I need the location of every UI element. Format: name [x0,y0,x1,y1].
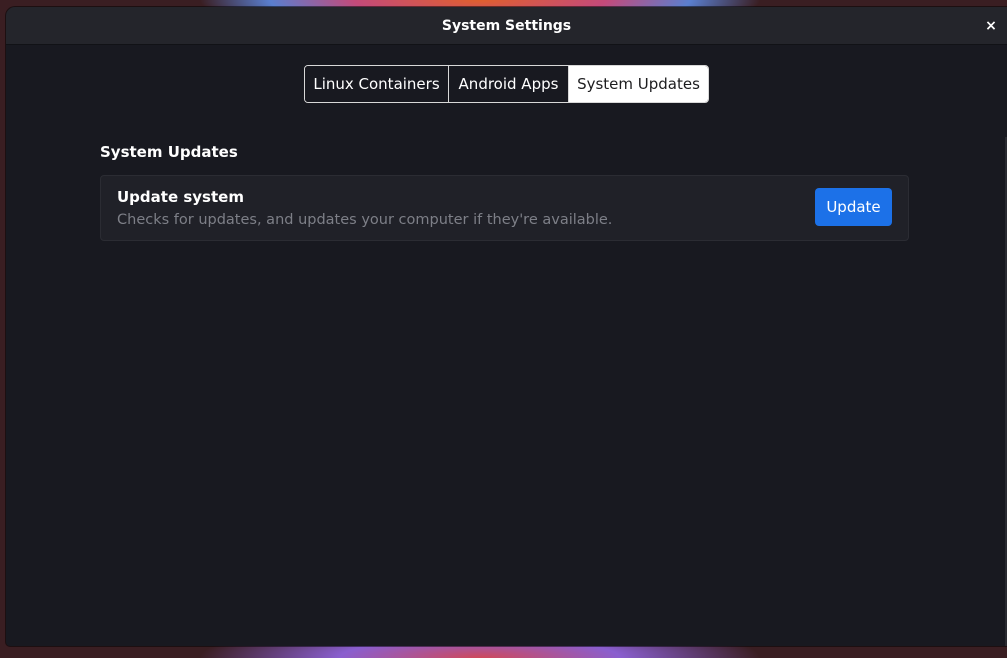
row-title: Update system [117,188,244,206]
update-button[interactable]: Update [815,188,892,226]
tab-android-apps[interactable]: Android Apps [448,66,568,102]
section-title: System Updates [100,143,238,161]
window-title: System Settings [441,17,572,34]
tab-system-updates[interactable]: System Updates [568,66,708,102]
title-bar[interactable]: System Settings × [6,7,1007,45]
close-icon[interactable]: × [981,16,1001,36]
tab-bar: Linux Containers Android Apps System Upd… [304,65,709,103]
settings-window: System Settings × Linux Containers Andro… [6,7,1007,646]
tab-linux-containers[interactable]: Linux Containers [305,66,448,102]
update-system-row: Update system Checks for updates, and up… [100,175,909,241]
row-description: Checks for updates, and updates your com… [117,212,613,228]
